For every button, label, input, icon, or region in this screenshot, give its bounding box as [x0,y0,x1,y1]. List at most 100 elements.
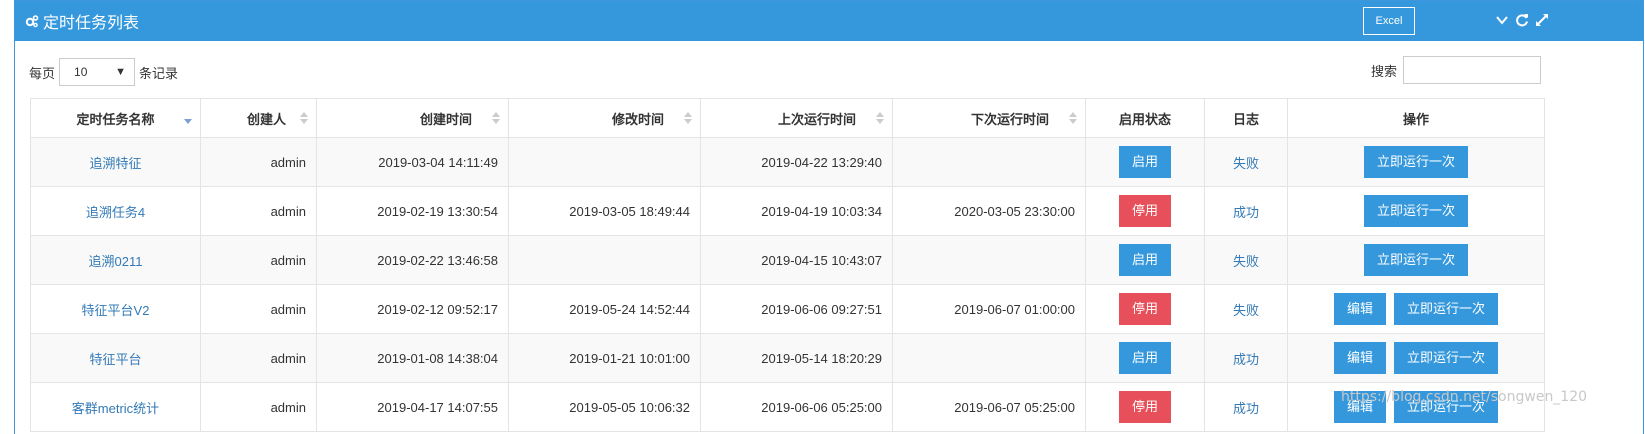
table-row: 特征平台V2 admin 2019-02-12 09:52:17 2019-05-24… [30,284,1545,334]
task-name-link[interactable]: 追溯特征 [89,156,141,171]
task-name-link[interactable]: 追溯任务4 [86,205,145,220]
task-name-link[interactable]: 追溯0211 [89,254,143,269]
run-once-button[interactable]: 立即运行一次 [1363,244,1468,276]
last-run-time-cell: 2019-05-14 18:20:29 [700,333,893,383]
log-cell: 成功 [1204,333,1288,383]
status-cell: 停用 [1085,382,1205,432]
status-cell: 停用 [1085,284,1205,334]
next-run-time-cell: 2019-06-07 05:25:00 [892,382,1086,432]
search-control: 搜索 [1371,56,1542,84]
search-input[interactable] [1403,56,1542,84]
run-once-button[interactable]: 立即运行一次 [1394,293,1499,325]
column-header-last-run[interactable]: 上次运行时间 [700,98,893,138]
actions-cell: 立即运行一次 [1287,137,1545,187]
excel-export-button[interactable]: Excel [1363,7,1415,35]
enable-button[interactable]: 启用 [1118,342,1171,374]
table-row: 追溯特征 admin 2019-03-04 14:11:49 2019-04-22 1… [30,137,1545,187]
edit-button[interactable]: 编辑 [1333,293,1386,325]
table-row: 特征平台 admin 2019-01-08 14:38:04 2019-01-21 1… [30,333,1545,383]
creator-cell: admin [270,154,306,170]
chevron-down-icon[interactable] [1495,13,1509,27]
table-header-row: 定时任务名称 创建人 创建时间 修改时间 上次运行时间 下次运行时间 启用状态 … [30,98,1545,138]
modified-time-cell: 2019-05-05 10:06:32 [569,399,690,415]
disable-button[interactable]: 停用 [1118,195,1171,227]
modified-time-cell: 2019-01-21 10:01:00 [508,333,701,383]
log-cell: 成功 [1204,186,1288,236]
created-time-cell: 2019-02-19 13:30:54 [316,186,509,236]
enable-button[interactable]: 启用 [1118,244,1171,276]
log-link[interactable]: 失败 [1233,156,1259,171]
task-name-link[interactable]: 特征平台 [89,352,141,367]
modified-time-cell: 2019-05-24 14:52:44 [569,301,690,317]
last-run-time-cell: 2019-05-14 18:20:29 [761,350,882,366]
column-header-creator[interactable]: 创建人 [200,98,317,138]
last-run-time-cell: 2019-04-15 10:43:07 [761,252,882,268]
status-cell: 停用 [1085,186,1205,236]
last-run-time-cell: 2019-04-15 10:43:07 [700,235,893,285]
search-label: 搜索 [1371,63,1398,79]
page-length-value: 10 [74,65,88,79]
last-run-time-cell: 2019-06-06 09:27:51 [761,301,882,317]
column-header-status: 启用状态 [1085,98,1205,138]
creator-cell: admin [270,252,306,268]
log-link[interactable]: 成功 [1233,401,1259,416]
log-link[interactable]: 失败 [1233,303,1259,318]
log-link[interactable]: 成功 [1233,205,1259,220]
disable-button[interactable]: 停用 [1118,293,1171,325]
sort-both-icon [684,112,692,124]
column-header-log: 日志 [1204,98,1288,138]
status-cell: 启用 [1085,235,1205,285]
next-run-time-cell: 2019-06-07 01:00:00 [892,284,1086,334]
task-name-cell: 追溯0211 [30,235,201,285]
fullscreen-icon[interactable] [1535,13,1549,27]
task-table: 定时任务名称 创建人 创建时间 修改时间 上次运行时间 下次运行时间 启用状态 … [30,98,1545,432]
watermark: https://blog.csdn.net/songwen_120 [1341,389,1588,405]
table-toolbar: 每页 10 ▼ 条记录 搜索 [15,41,1643,97]
log-cell: 失败 [1204,235,1288,285]
next-run-time-cell: 2020-03-05 23:30:00 [892,186,1086,236]
log-link[interactable]: 失败 [1233,254,1259,269]
refresh-icon[interactable] [1515,13,1529,27]
status-cell: 启用 [1085,137,1205,187]
caret-down-icon: ▼ [115,66,127,78]
run-once-button[interactable]: 立即运行一次 [1363,195,1468,227]
next-run-time-cell: 2019-06-07 05:25:00 [954,399,1075,415]
modified-time-cell: 2019-03-05 18:49:44 [569,203,690,219]
task-name-link[interactable]: 特征平台V2 [82,303,150,318]
column-header-modified[interactable]: 修改时间 [508,98,701,138]
actions-cell: 编辑 立即运行一次 [1287,284,1545,334]
enable-button[interactable]: 启用 [1118,146,1171,178]
created-time-cell: 2019-03-04 14:11:49 [378,154,498,170]
modified-time-cell [508,235,701,285]
actions-cell: 立即运行一次 [1287,186,1545,236]
log-cell: 失败 [1204,137,1288,187]
panel-tools [1495,13,1549,27]
table-row: 客群metric统计 admin 2019-04-17 14:07:55 2019-0… [30,382,1545,432]
task-name-cell: 追溯特征 [30,137,201,187]
edit-button[interactable]: 编辑 [1333,342,1386,374]
status-cell: 启用 [1085,333,1205,383]
column-header-actions: 操作 [1287,98,1545,138]
run-once-button[interactable]: 立即运行一次 [1394,342,1499,374]
length-prefix: 每页 [29,65,56,81]
column-header-created[interactable]: 创建时间 [316,98,509,138]
disable-button[interactable]: 停用 [1118,391,1171,423]
next-run-time-cell [892,235,1086,285]
created-time-cell: 2019-04-17 14:07:55 [316,382,509,432]
created-time-cell: 2019-02-22 13:46:58 [377,252,498,268]
length-suffix: 条记录 [139,65,179,81]
task-name-cell: 特征平台V2 [30,284,201,334]
actions-cell: 编辑 立即运行一次 [1287,333,1545,383]
created-time-cell: 2019-02-19 13:30:54 [377,203,498,219]
column-header-next-run[interactable]: 下次运行时间 [892,98,1086,138]
task-name-link[interactable]: 客群metric统计 [72,401,159,416]
run-once-button[interactable]: 立即运行一次 [1363,146,1468,178]
created-time-cell: 2019-03-04 14:11:49 [316,137,509,187]
last-run-time-cell: 2019-04-19 10:03:34 [700,186,893,236]
task-panel: 定时任务列表 Excel 每页 10 ▼ 条记录 搜索 定时任务名称 创建人 创… [14,0,1644,434]
page-length-select[interactable]: 10 ▼ [59,58,136,86]
created-time-cell: 2019-02-22 13:46:58 [316,235,509,285]
cogs-icon [25,15,39,28]
column-header-name[interactable]: 定时任务名称 [30,98,201,138]
log-link[interactable]: 成功 [1233,352,1259,367]
